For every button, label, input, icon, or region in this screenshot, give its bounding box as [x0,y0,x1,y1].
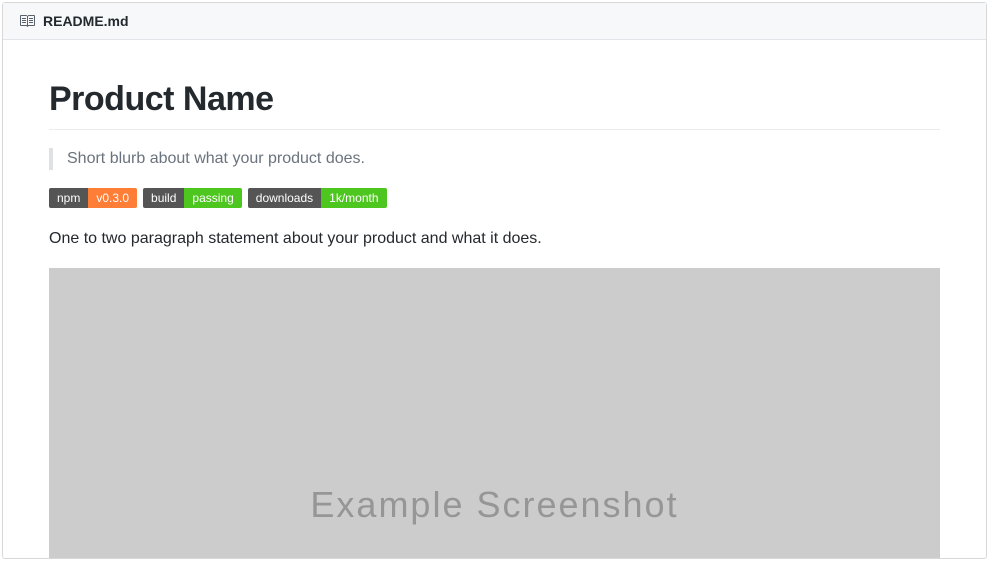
screenshot-placeholder: Example Screenshot [49,268,940,558]
badge-downloads[interactable]: downloads 1k/month [248,188,387,208]
badge-label: downloads [248,188,321,208]
badges-row: npm v0.3.0 build passing downloads 1k/mo… [49,188,940,208]
blurb-text: Short blurb about what your product does… [67,150,926,168]
product-title: Product Name [49,80,940,130]
blurb-block: Short blurb about what your product does… [49,148,940,170]
screenshot-caption: Example Screenshot [310,484,678,526]
badge-npm[interactable]: npm v0.3.0 [49,188,137,208]
badge-value: passing [184,188,241,208]
badge-value: v0.3.0 [88,188,137,208]
badge-value: 1k/month [321,188,386,208]
readme-panel: README.md Product Name Short blurb about… [2,2,987,559]
badge-label: npm [49,188,88,208]
readme-filename: README.md [43,13,129,29]
badge-label: build [143,188,184,208]
badge-build[interactable]: build passing [143,188,242,208]
book-icon [19,13,35,29]
readme-header: README.md [3,3,986,40]
readme-content: Product Name Short blurb about what your… [3,40,986,558]
product-description: One to two paragraph statement about you… [49,230,940,248]
